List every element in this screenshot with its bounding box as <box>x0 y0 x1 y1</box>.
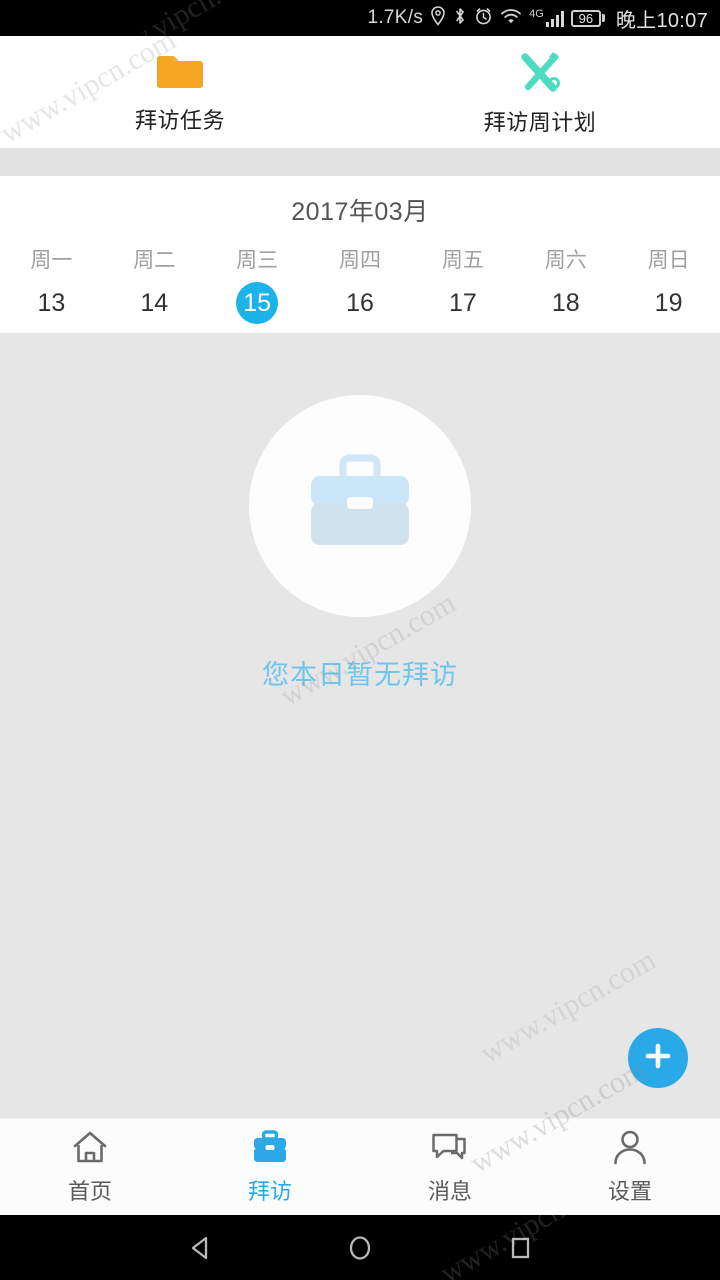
calendar-day-sun[interactable]: 周日 19 <box>617 244 720 324</box>
calendar-date-label: 18 <box>551 289 580 317</box>
chat-bubble-icon <box>429 1128 471 1168</box>
calendar-date-label: 13 <box>37 289 66 317</box>
nav-item-visit-label: 拜访 <box>247 1179 292 1204</box>
calendar-month-title: 2017年03月 <box>291 198 429 226</box>
nav-item-visit[interactable]: 拜访 <box>180 1119 360 1215</box>
briefcase-icon <box>299 450 421 563</box>
calendar-day-thu[interactable]: 周四 16 <box>309 244 412 324</box>
battery-icon: 96 <box>570 9 605 27</box>
back-triangle-icon[interactable] <box>180 1228 220 1268</box>
calendar-date-label: 15 <box>236 282 279 324</box>
tab-weekly-plan-label: 拜访周计划 <box>483 109 597 135</box>
calendar-date-label: 16 <box>346 289 374 317</box>
calendar-week-strip: 2017年03月 周一 13 周二 14 周三 15 周四 16 周五 17 周… <box>0 176 720 333</box>
signal-bars-icon <box>545 11 564 27</box>
tab-weekly-plan[interactable]: 拜访周计划 <box>360 36 720 148</box>
person-icon <box>609 1128 651 1168</box>
visit-list-area: 您本日暂无拜访 www.vipcn.com <box>0 333 720 1118</box>
bluetooth-icon <box>453 6 467 31</box>
nav-item-message-label: 消息 <box>427 1179 472 1204</box>
calendar-dow-label: 周日 <box>647 249 690 272</box>
calendar-day-tue[interactable]: 周二 14 <box>103 244 206 324</box>
empty-state-circle <box>249 395 471 617</box>
network-speed-label: 1.7K/s <box>367 7 424 28</box>
briefcase-icon <box>249 1128 291 1168</box>
battery-level-label: 96 <box>570 9 601 27</box>
clock-label: 晚上10:07 <box>615 9 708 32</box>
add-visit-fab[interactable] <box>628 1028 688 1088</box>
folder-icon <box>154 50 206 94</box>
nav-item-settings[interactable]: 设置 <box>540 1119 720 1215</box>
battery-cap-icon <box>601 14 605 22</box>
calendar-dow-label: 周三 <box>236 249 279 272</box>
calendar-day-sat[interactable]: 周六 18 <box>514 244 617 324</box>
home-icon <box>69 1128 111 1168</box>
nav-item-home[interactable]: 首页 <box>0 1119 180 1215</box>
phone-screen: 1.7K/s 4G 96 晚上10:07 拜访任务 拜访周计划 2017年03月… <box>0 0 720 1280</box>
calendar-day-mon[interactable]: 周一 13 <box>0 244 103 324</box>
calendar-date-label: 19 <box>654 289 683 317</box>
calendar-dow-label: 周五 <box>441 249 484 272</box>
calendar-dow-label: 周一 <box>30 249 73 272</box>
calendar-dow-label: 周六 <box>544 249 587 272</box>
wifi-icon <box>500 6 522 31</box>
signal-4g-icon: 4G <box>529 9 564 27</box>
recents-square-icon[interactable] <box>500 1228 540 1268</box>
calendar-date-label: 14 <box>140 289 169 317</box>
plus-icon <box>641 1039 675 1078</box>
status-bar-items: 1.7K/s 4G 96 晚上10:07 <box>367 4 708 33</box>
android-navigation-bar <box>0 1215 720 1280</box>
nav-item-settings-label: 设置 <box>607 1179 652 1204</box>
nav-item-home-label: 首页 <box>67 1179 112 1204</box>
empty-state-message: 您本日暂无拜访 <box>262 660 458 690</box>
calendar-day-fri[interactable]: 周五 17 <box>411 244 514 324</box>
empty-state: 您本日暂无拜访 <box>0 395 720 692</box>
calendar-days-row: 周一 13 周二 14 周三 15 周四 16 周五 17 周六 18 周日 1… <box>0 244 720 324</box>
top-tab-bar: 拜访任务 拜访周计划 <box>0 36 720 148</box>
calendar-dow-label: 周四 <box>339 249 381 272</box>
tab-visit-task-label: 拜访任务 <box>134 107 225 133</box>
home-circle-icon[interactable] <box>340 1228 380 1268</box>
tab-visit-task[interactable]: 拜访任务 <box>0 36 360 148</box>
status-bar: 1.7K/s 4G 96 晚上10:07 <box>0 0 720 36</box>
section-divider <box>0 148 720 176</box>
calendar-dow-label: 周二 <box>133 249 176 272</box>
calendar-date-label: 17 <box>448 289 477 317</box>
bottom-nav-bar: 首页 拜访 消息 设置 <box>0 1118 720 1215</box>
pen-cross-icon <box>515 48 565 96</box>
alarm-clock-icon <box>474 6 493 31</box>
calendar-day-wed-selected[interactable]: 周三 15 <box>206 244 309 324</box>
signal-4g-label: 4G <box>529 8 544 20</box>
nav-item-message[interactable]: 消息 <box>360 1119 540 1215</box>
location-pin-icon <box>430 5 446 31</box>
